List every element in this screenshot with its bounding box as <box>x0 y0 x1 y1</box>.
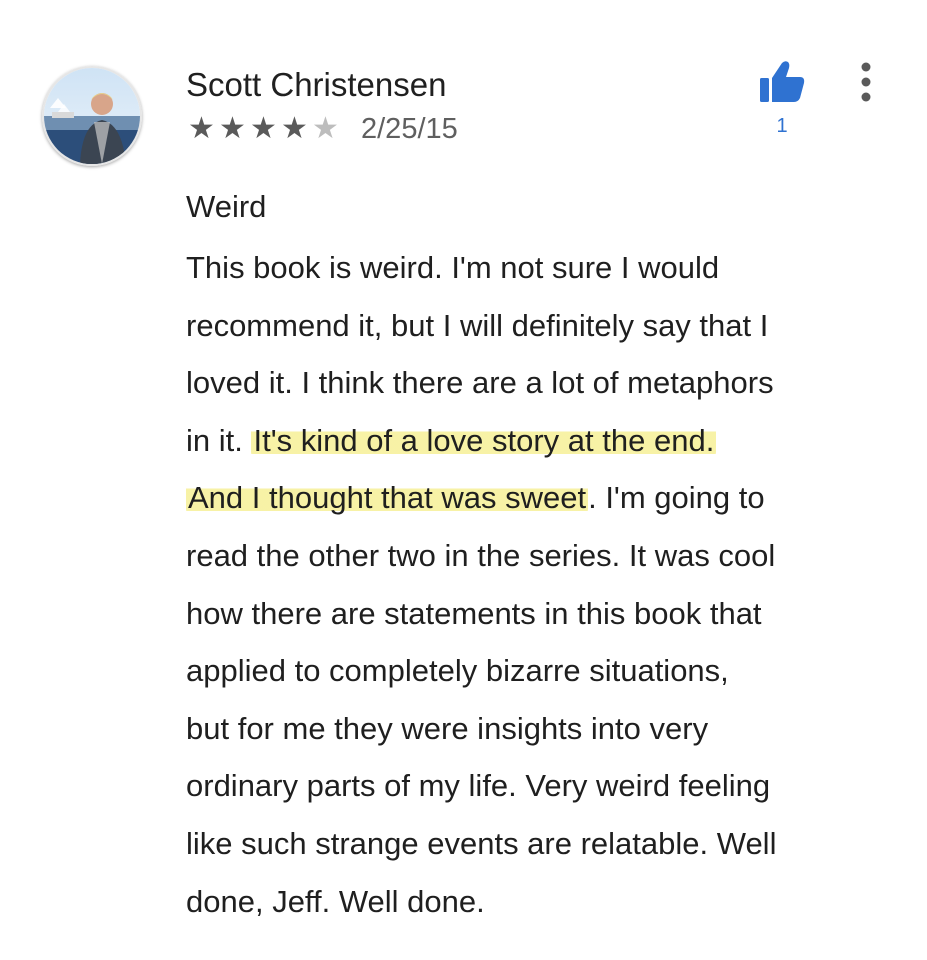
review-text: but for me they were insights into very <box>186 710 709 746</box>
star-filled-icon: ★ <box>188 111 215 146</box>
review-body-line: This book is weird. I'm not sure I would <box>186 239 906 297</box>
review-body-line: done, Jeff. Well done. <box>186 873 906 931</box>
review-body-line: like such strange events are relatable. … <box>186 815 906 873</box>
review-body-line: read the other two in the series. It was… <box>186 527 906 585</box>
review-card: Scott Christensen ★ ★ ★ ★ ★ 2/25/15 1 Weird … <box>0 0 927 960</box>
star-filled-icon: ★ <box>219 111 246 146</box>
highlighted-text: And I thought that was sweet <box>186 480 589 516</box>
more-vertical-icon <box>861 62 871 102</box>
thumbs-up-button[interactable] <box>756 56 808 108</box>
review-text: loved it. I think there are a lot of met… <box>186 365 774 401</box>
review-text: recommend it, but I will definitely say … <box>186 307 769 343</box>
review-body-line: in it. It's kind of a love story at the … <box>186 412 906 470</box>
star-filled-icon: ★ <box>281 111 308 146</box>
review-text: done, Jeff. Well done. <box>186 883 485 919</box>
review-body-line: but for me they were insights into very <box>186 700 906 758</box>
review-text: read the other two in the series. It was… <box>186 537 776 573</box>
review-date: 2/25/15 <box>361 113 458 145</box>
like-count: 1 <box>776 115 788 137</box>
more-options-button[interactable] <box>846 58 886 106</box>
review-body-line: recommend it, but I will definitely say … <box>186 297 906 355</box>
star-filled-icon: ★ <box>250 111 277 146</box>
user-photo-avatar <box>44 68 140 164</box>
review-body-line: loved it. I think there are a lot of met… <box>186 354 906 412</box>
review-text: in it. <box>186 422 252 458</box>
highlighted-text: It's kind of a love story at the end. <box>251 422 717 458</box>
review-text: . I'm going to <box>588 480 765 516</box>
review-title: Weird <box>186 189 267 224</box>
review-body-line: And I thought that was sweet. I'm going … <box>186 469 906 527</box>
review-body: This book is weird. I'm not sure I would… <box>186 239 906 930</box>
review-text: how there are statements in this book th… <box>186 595 762 631</box>
review-meta: ★ ★ ★ ★ ★ 2/25/15 <box>186 110 458 148</box>
star-empty-icon: ★ <box>312 111 339 146</box>
avatar[interactable] <box>42 66 142 166</box>
review-text: This book is weird. I'm not sure I would <box>186 250 720 285</box>
reviewer-name: Scott Christensen <box>186 66 447 103</box>
review-text: ordinary parts of my life. Very weird fe… <box>186 768 771 804</box>
review-body-line: ordinary parts of my life. Very weird fe… <box>186 757 906 815</box>
review-body-line: how there are statements in this book th… <box>186 585 906 643</box>
star-rating: ★ ★ ★ ★ ★ <box>186 113 341 145</box>
thumbs-up-icon <box>760 61 805 102</box>
review-body-line: applied to completely bizarre situations… <box>186 642 906 700</box>
review-text: applied to completely bizarre situations… <box>186 653 729 689</box>
review-text: like such strange events are relatable. … <box>186 825 777 861</box>
